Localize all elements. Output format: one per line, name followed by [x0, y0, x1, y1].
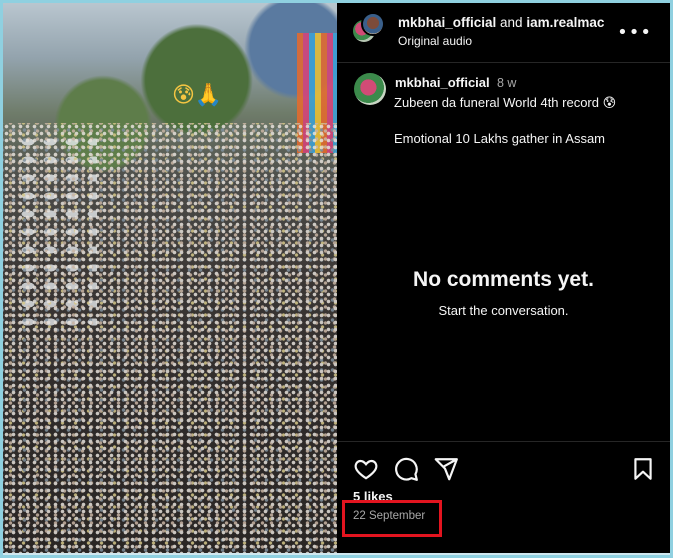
bookmark-icon — [634, 458, 652, 480]
more-options-icon[interactable]: ••• — [617, 22, 652, 43]
caption-timestamp[interactable]: 8 w — [497, 76, 516, 90]
save-button[interactable] — [630, 456, 656, 482]
heart-icon — [354, 459, 378, 480]
share-button[interactable] — [433, 456, 459, 482]
crowd-scene — [3, 123, 337, 553]
header-usernames: mkbhai_official and iam.realmac — [398, 15, 604, 30]
no-comments-title: No comments yet. — [413, 268, 594, 291]
author-link[interactable]: mkbhai_official — [398, 15, 496, 30]
caption-text-line-2: Emotional 10 Lakhs gather in Assam — [394, 131, 606, 146]
comment-button[interactable] — [393, 456, 419, 482]
header-connector: and — [496, 15, 527, 30]
collab-avatars[interactable] — [351, 12, 387, 50]
avatar — [361, 12, 385, 36]
collaborator-link[interactable]: iam.realmac — [526, 15, 604, 30]
reel-video[interactable]: 😰🙏 — [3, 3, 337, 553]
send-icon — [434, 458, 458, 481]
comment-icon — [395, 457, 418, 481]
post-header: mkbhai_official and iam.realmac Original… — [337, 3, 670, 63]
caption-avatar[interactable] — [354, 73, 386, 105]
caption-text-line-1: Zubeen da funeral World 4th record 😰 — [394, 95, 617, 110]
video-emoji-overlay: 😰🙏 — [172, 83, 223, 108]
start-conversation-text: Start the conversation. — [438, 303, 569, 318]
like-button[interactable] — [353, 456, 379, 482]
audio-link[interactable]: Original audio — [398, 34, 472, 48]
divider — [337, 441, 670, 442]
date-highlight-box — [342, 500, 442, 537]
caption-username[interactable]: mkbhai_official — [395, 75, 490, 90]
post-details-panel: mkbhai_official and iam.realmac Original… — [337, 3, 670, 553]
